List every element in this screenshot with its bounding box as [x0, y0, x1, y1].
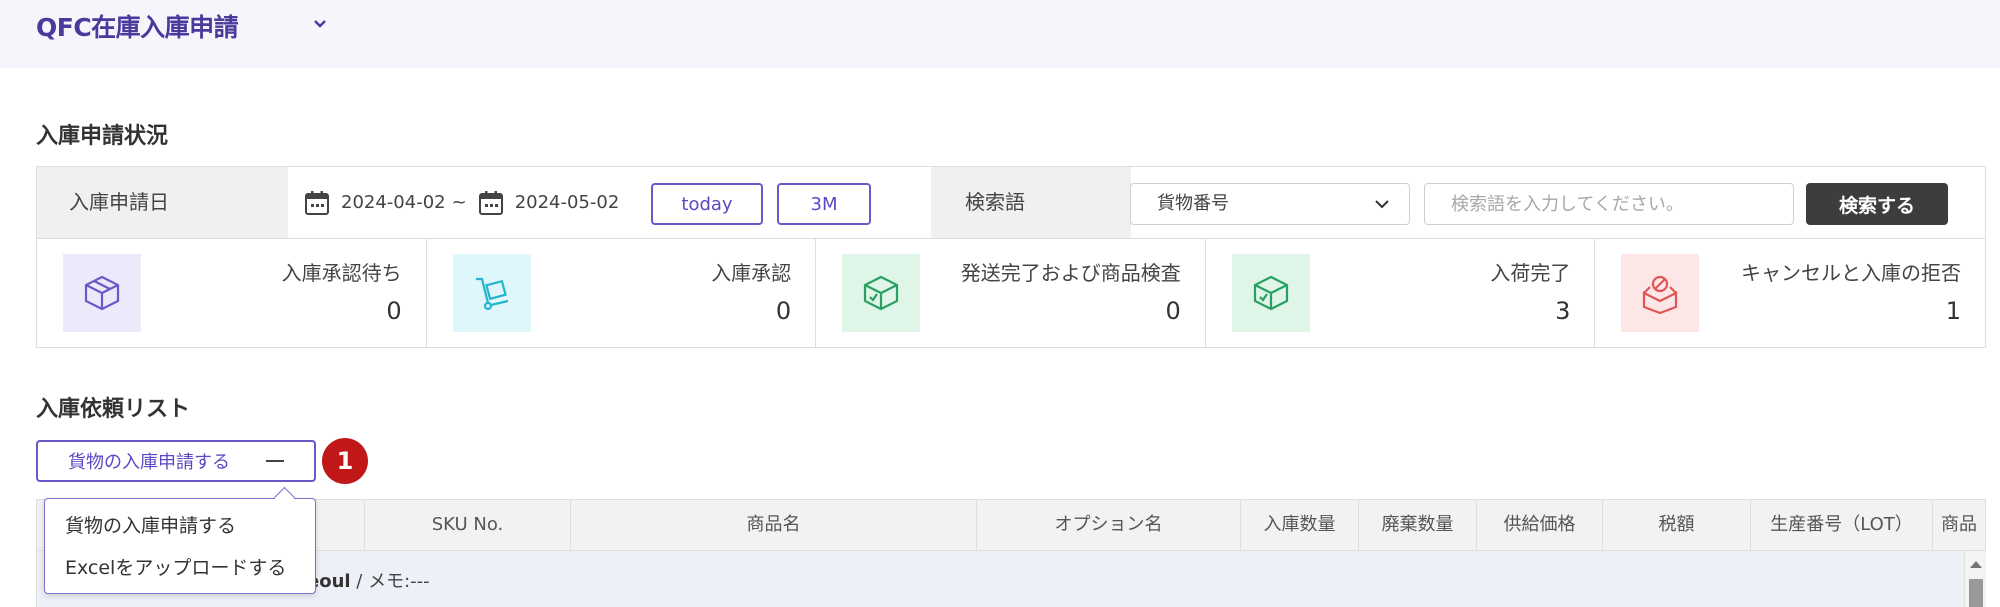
- vertical-scrollbar[interactable]: [1964, 551, 1986, 607]
- three-month-button[interactable]: 3M: [777, 183, 871, 225]
- status-label: 発送完了および商品検査: [960, 261, 1181, 285]
- status-card-received[interactable]: 入荷完了 3: [1206, 239, 1596, 347]
- date-label: 入庫申請日: [37, 167, 288, 238]
- search-type-select[interactable]: 貨物番号: [1130, 183, 1410, 225]
- column-header[interactable]: SKU No.: [365, 500, 571, 550]
- column-header[interactable]: 入庫数量: [1241, 500, 1359, 550]
- chevron-down-icon: [1375, 200, 1389, 209]
- status-count: 0: [386, 297, 402, 325]
- status-card-shipped[interactable]: 発送完了および商品検査 0: [816, 239, 1206, 347]
- column-header[interactable]: 商品名: [571, 500, 977, 550]
- row-group-label: eoul / メモ:---: [307, 567, 430, 593]
- box-icon: [63, 254, 141, 332]
- add-request-dropdown: 貨物の入庫申請する Excelをアップロードする: [44, 498, 316, 594]
- column-header[interactable]: オプション名: [977, 500, 1241, 550]
- box-cancel-icon: [1621, 254, 1700, 332]
- collapse-icon: [266, 460, 284, 462]
- table-header: 定日 SKU No. 商品名 オプション名 入庫数量 廃棄数量 供給価格 税額 …: [36, 499, 1986, 551]
- status-card-pending[interactable]: 入庫承認待ち 0: [37, 239, 427, 347]
- search-input[interactable]: [1424, 183, 1794, 225]
- status-label: 入荷完了: [1490, 261, 1571, 285]
- status-label: 入庫承認待ち: [281, 261, 402, 285]
- status-section-title: 入庫申請状況: [36, 124, 169, 149]
- calendar-icon[interactable]: [303, 189, 331, 217]
- dropdown-item-cargo-request[interactable]: 貨物の入庫申請する: [65, 511, 236, 538]
- add-button-label: 貨物の入庫申請する: [68, 452, 230, 473]
- hand-truck-icon: [452, 254, 531, 332]
- calendar-icon[interactable]: [477, 189, 505, 217]
- table-row[interactable]: eoul / メモ:---: [36, 551, 1986, 607]
- date-range: 2024-04-02 ~ 2024-05-02: [303, 167, 619, 238]
- status-count: 0: [775, 297, 792, 325]
- date-separator: ~: [451, 192, 467, 213]
- status-cards: 入庫承認待ち 0 入庫承認 0 発送完了および商品検査 0 入荷完了 3 キャン…: [36, 238, 1986, 348]
- search-type-value: 貨物番号: [1157, 193, 1229, 214]
- date-to[interactable]: 2024-05-02: [515, 192, 620, 213]
- today-button[interactable]: today: [651, 183, 763, 225]
- box-check-icon: [1231, 254, 1310, 332]
- status-count: 0: [1165, 297, 1181, 325]
- column-header[interactable]: 供給価格: [1477, 500, 1603, 550]
- scroll-up-arrow-icon[interactable]: [1970, 561, 1982, 568]
- status-count: 3: [1555, 297, 1571, 325]
- search-label: 検索語: [931, 167, 1131, 238]
- column-header[interactable]: 税額: [1603, 500, 1751, 550]
- dropdown-item-excel-upload[interactable]: Excelをアップロードする: [65, 553, 286, 580]
- row-memo: / メモ:---: [350, 571, 430, 592]
- search-button[interactable]: 検索する: [1806, 183, 1948, 225]
- step-badge: 1: [322, 438, 368, 484]
- status-label: 入庫承認: [711, 261, 792, 285]
- status-count: 1: [1945, 297, 1961, 325]
- date-from[interactable]: 2024-04-02: [341, 192, 446, 213]
- page-title[interactable]: QFC在庫入庫申請: [36, 8, 239, 44]
- status-card-cancelled[interactable]: キャンセルと入庫の拒否 1: [1595, 239, 1985, 347]
- status-card-approved[interactable]: 入庫承認 0: [427, 239, 817, 347]
- add-inbound-request-button[interactable]: 貨物の入庫申請する: [36, 440, 316, 482]
- list-section-title: 入庫依頼リスト: [36, 397, 191, 422]
- top-bar: QFC在庫入庫申請: [0, 0, 2000, 68]
- scroll-thumb[interactable]: [1969, 579, 1983, 607]
- box-check-icon: [842, 254, 921, 332]
- column-header[interactable]: 廃棄数量: [1359, 500, 1477, 550]
- column-header[interactable]: 生産番号（LOT）: [1751, 500, 1933, 550]
- chevron-down-icon[interactable]: [310, 14, 330, 34]
- status-label: キャンセルと入庫の拒否: [1740, 261, 1961, 285]
- column-header[interactable]: 商品: [1933, 500, 1985, 550]
